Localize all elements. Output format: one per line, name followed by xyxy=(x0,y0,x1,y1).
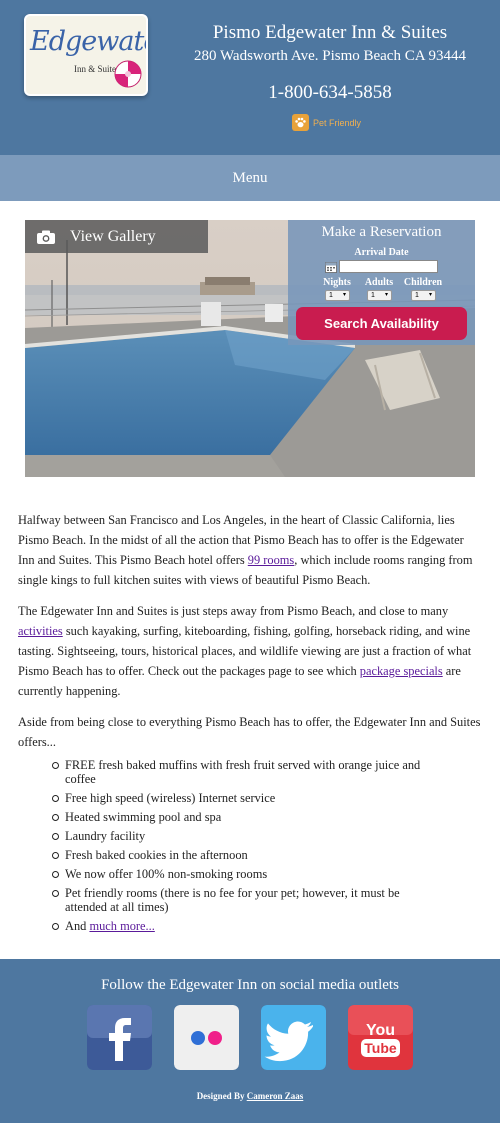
children-select[interactable]: 1 ▾ xyxy=(411,290,436,301)
nights-select[interactable]: 1 ▾ xyxy=(325,290,350,301)
arrival-date-input[interactable] xyxy=(339,260,438,273)
flickr-icon[interactable] xyxy=(174,1005,239,1070)
reservation-title: Make a Reservation xyxy=(321,224,442,240)
list-item: Heated swimming pool and spa xyxy=(52,810,432,824)
activities-link[interactable]: activities xyxy=(18,624,63,638)
pet-friendly-link[interactable]: Pet Friendly xyxy=(292,114,361,131)
logo-subtitle: Inn & Suites xyxy=(74,64,120,74)
rooms-link[interactable]: 99 rooms xyxy=(248,553,294,567)
activities-paragraph: The Edgewater Inn and Suites is just ste… xyxy=(18,601,482,701)
children-value: 1 xyxy=(415,292,419,299)
search-availability-button[interactable]: Search Availability xyxy=(296,307,467,340)
chevron-down-icon: ▾ xyxy=(384,292,388,298)
chevron-down-icon: ▾ xyxy=(342,292,346,298)
hotel-address: 280 Wadsworth Ave. Pismo Beach CA 93444 xyxy=(194,48,466,64)
children-label: Children xyxy=(403,277,443,288)
hotel-phone[interactable]: 1-800-634-5858 xyxy=(160,82,500,104)
much-more-link[interactable]: much more... xyxy=(89,919,154,933)
menu-bar[interactable]: Menu xyxy=(0,155,500,201)
camera-icon xyxy=(37,230,55,244)
list-item: Pet friendly rooms (there is no fee for … xyxy=(52,886,432,914)
twitter-icon[interactable] xyxy=(261,1005,326,1070)
designed-by-label: Designed By xyxy=(196,1091,247,1101)
pet-friendly-label: Pet Friendly xyxy=(313,117,362,128)
menu-label: Menu xyxy=(232,169,268,186)
youtube-icon[interactable]: You Tube xyxy=(348,1005,413,1070)
amenities-list: FREE fresh baked muffins with fresh frui… xyxy=(52,758,482,933)
view-gallery-label: View Gallery xyxy=(70,227,156,245)
nights-label: Nights xyxy=(323,277,351,288)
chevron-down-icon: ▾ xyxy=(428,292,432,298)
designer-link[interactable]: Cameron Zaas xyxy=(247,1091,304,1101)
adults-label: Adults xyxy=(364,277,394,288)
page: Edgewater Inn & Suites Pismo Edgewater I… xyxy=(0,0,500,1123)
list-item: Laundry facility xyxy=(52,829,432,843)
designed-by: Designed By Cameron Zaas xyxy=(0,1091,500,1101)
list-item-prefix: And xyxy=(65,919,90,933)
arrival-date-label: Arrival Date xyxy=(354,247,409,258)
activities-text: The Edgewater Inn and Suites is just ste… xyxy=(18,604,449,618)
calendar-icon[interactable] xyxy=(325,261,337,273)
list-item: And much more... xyxy=(52,919,432,933)
logo-wordmark: Edgewater xyxy=(30,26,146,57)
hotel-name: Pismo Edgewater Inn & Suites xyxy=(212,22,448,43)
follow-heading: Follow the Edgewater Inn on social media… xyxy=(101,977,399,993)
list-item: Fresh baked cookies in the afternoon xyxy=(52,848,432,862)
site-footer: Follow the Edgewater Inn on social media… xyxy=(0,959,500,1123)
beach-ball-icon xyxy=(114,60,142,88)
nights-value: 1 xyxy=(329,292,333,299)
intro-paragraph: Halfway between San Francisco and Los An… xyxy=(18,510,482,590)
main-content: Halfway between San Francisco and Los An… xyxy=(0,510,500,933)
site-header: Edgewater Inn & Suites Pismo Edgewater I… xyxy=(0,0,500,155)
list-item: Free high speed (wireless) Internet serv… xyxy=(52,791,432,805)
facebook-icon[interactable] xyxy=(87,1005,152,1070)
adults-select[interactable]: 1 ▾ xyxy=(367,290,392,301)
edgewater-logo[interactable]: Edgewater Inn & Suites xyxy=(24,14,148,96)
offers-paragraph: Aside from being close to everything Pis… xyxy=(18,715,481,749)
view-gallery-button[interactable]: View Gallery xyxy=(25,220,208,253)
youtube-tube-text: Tube xyxy=(364,1040,397,1056)
hero-image: View Gallery Make a Reservation Arrival … xyxy=(25,220,475,477)
list-item: FREE fresh baked muffins with fresh frui… xyxy=(52,758,432,786)
adults-value: 1 xyxy=(371,292,375,299)
reservation-widget: Make a Reservation Arrival Date Nights A… xyxy=(288,220,475,345)
youtube-you-text: You xyxy=(366,1022,395,1039)
paw-icon xyxy=(292,114,309,131)
list-item: We now offer 100% non-smoking rooms xyxy=(52,867,432,881)
package-specials-link[interactable]: package specials xyxy=(360,664,443,678)
